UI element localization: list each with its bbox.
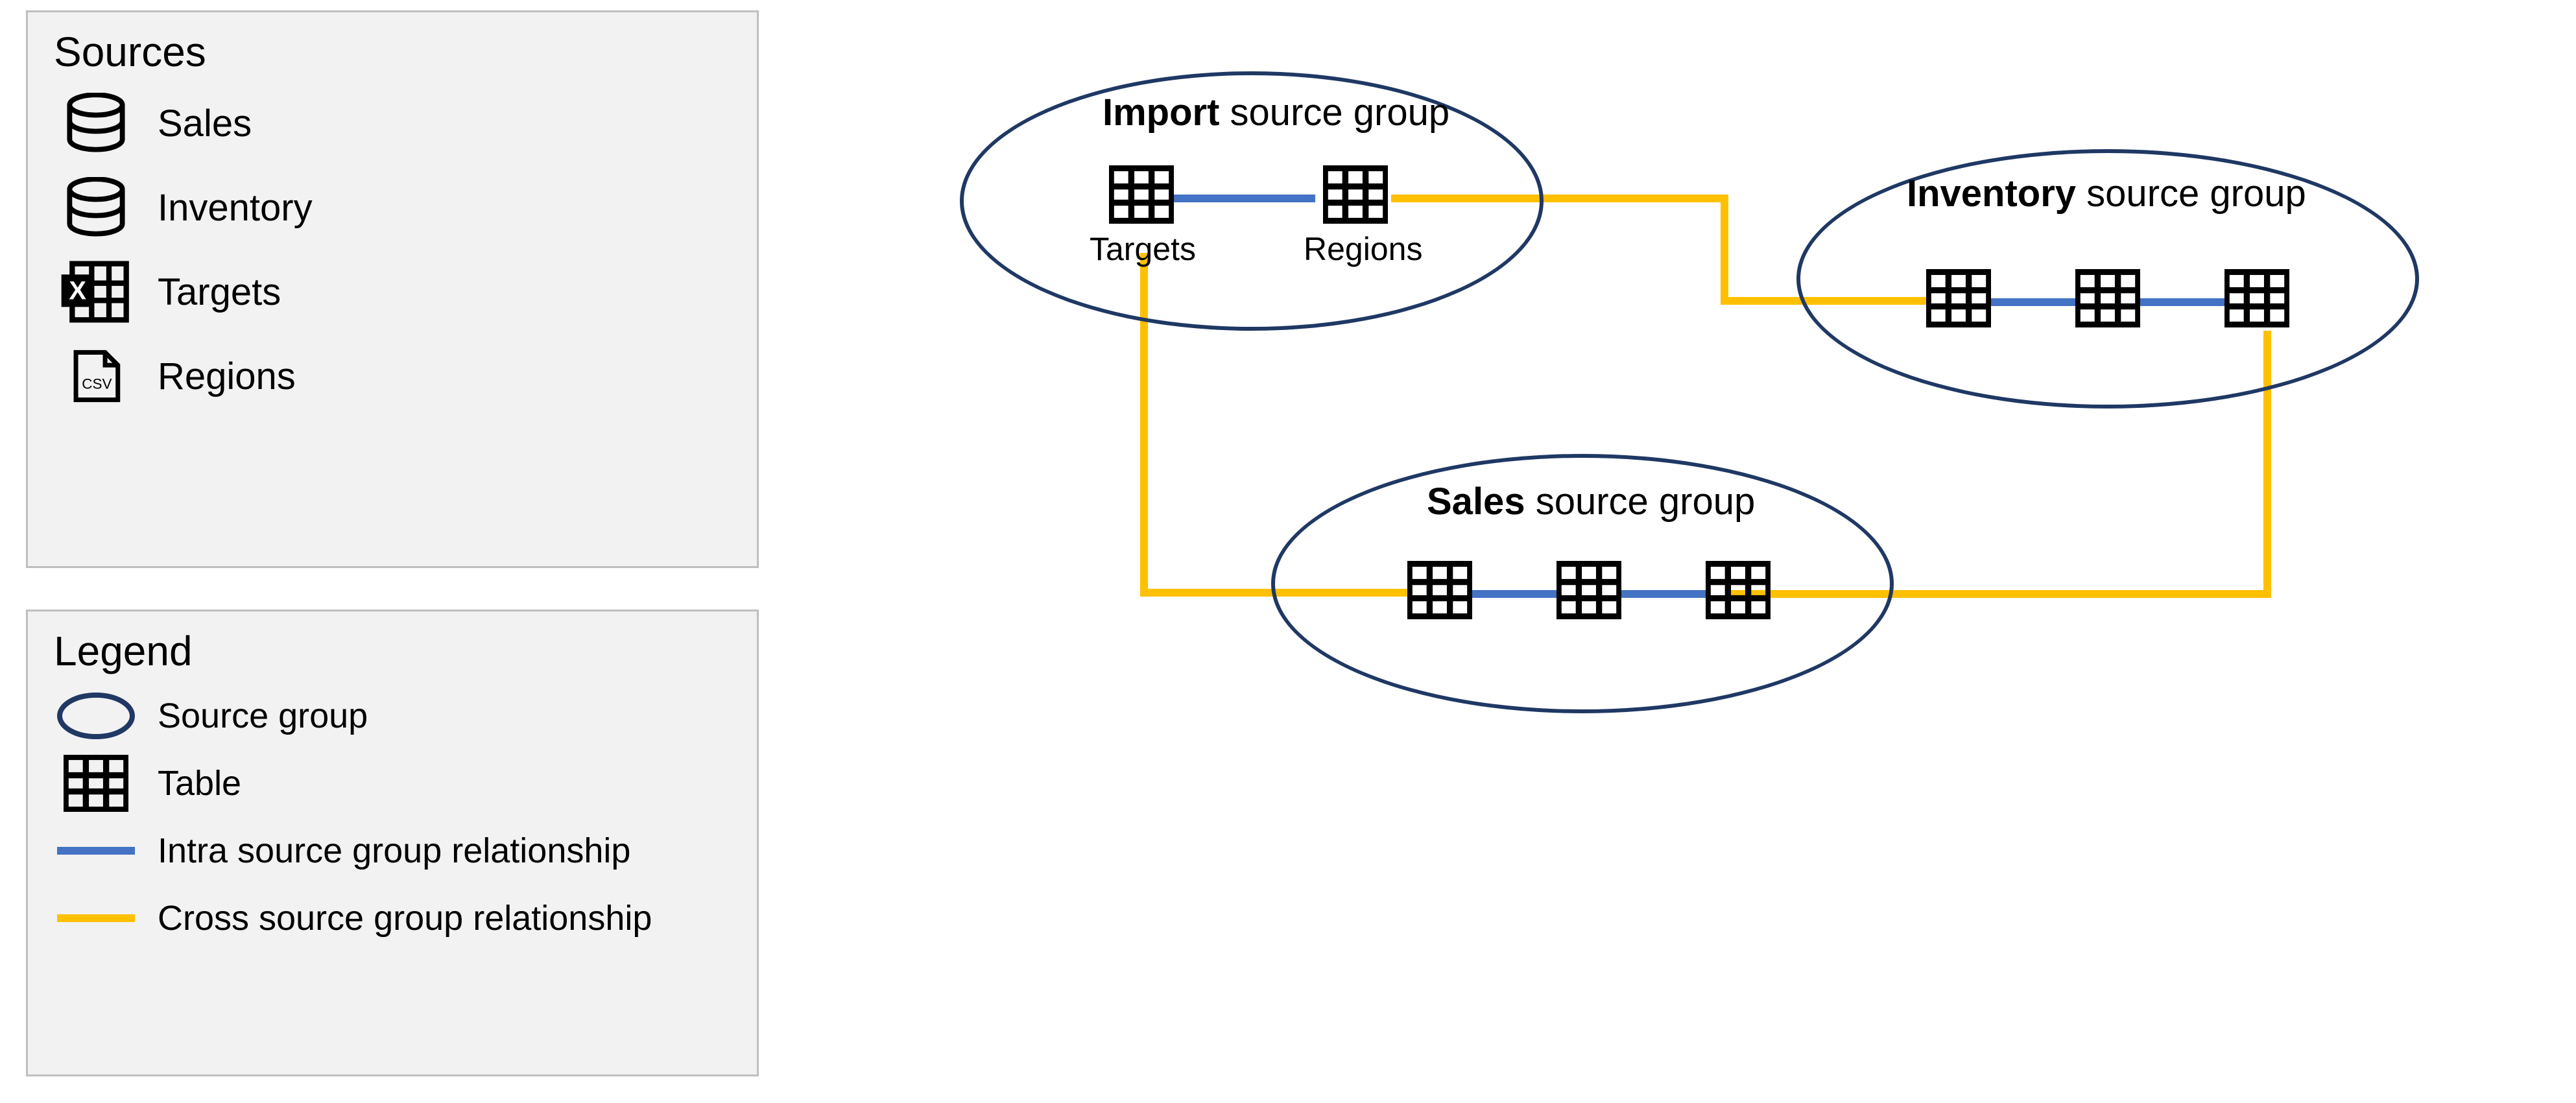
table-icon	[54, 755, 138, 812]
legend-row: Source group	[54, 687, 731, 745]
sources-title: Sources	[54, 28, 731, 76]
source-row: Regions	[54, 340, 731, 412]
intra-relationship-line	[1621, 590, 1706, 598]
table-node	[1556, 561, 1621, 619]
legend-row: Table	[54, 754, 731, 812]
table-node	[1407, 561, 1472, 619]
source-row: Targets	[54, 256, 731, 327]
source-label: Inventory	[158, 186, 313, 230]
legend-label: Intra source group relationship	[158, 831, 630, 871]
sources-panel: Sources Sales Inventory Targets Regions	[26, 10, 759, 568]
intra-relationship-line	[2140, 298, 2224, 306]
table-node	[2075, 269, 2140, 327]
table-node	[1109, 165, 1174, 224]
cross-line-icon	[54, 914, 138, 922]
legend-row: Cross source group relationship	[54, 889, 731, 947]
database-icon	[54, 93, 138, 154]
csv-file-icon	[54, 346, 138, 407]
table-node	[1323, 165, 1388, 224]
diagram-area: Import source group Targets Regions Inve…	[908, 26, 2529, 804]
intra-relationship-line	[1472, 590, 1556, 598]
source-row: Inventory	[54, 172, 731, 243]
table-label: Regions	[1304, 230, 1422, 268]
database-icon	[54, 177, 138, 238]
excel-icon	[54, 259, 138, 324]
source-label: Sales	[158, 102, 252, 145]
legend-panel: Legend Source group Table Intra source g…	[26, 610, 759, 1076]
cross-relationship-line	[1721, 195, 1728, 305]
group-title-import: Import source group	[1103, 91, 1449, 134]
table-node	[1706, 561, 1771, 619]
legend-label: Cross source group relationship	[158, 898, 652, 938]
intra-line-icon	[54, 847, 138, 855]
group-title-inventory: Inventory source group	[1907, 172, 2306, 215]
legend-title: Legend	[54, 627, 731, 675]
table-node	[2224, 269, 2289, 327]
legend-label: Table	[158, 763, 241, 803]
ellipse-icon	[54, 690, 138, 742]
table-node	[1926, 269, 1991, 327]
source-label: Regions	[158, 355, 296, 398]
source-label: Targets	[158, 270, 281, 314]
legend-label: Source group	[158, 696, 368, 736]
intra-relationship-line	[1991, 298, 2075, 306]
group-title-sales: Sales source group	[1427, 480, 1755, 523]
table-label: Targets	[1090, 230, 1196, 268]
source-row: Sales	[54, 88, 731, 159]
legend-row: Intra source group relationship	[54, 822, 731, 880]
intra-relationship-line	[1173, 195, 1315, 202]
